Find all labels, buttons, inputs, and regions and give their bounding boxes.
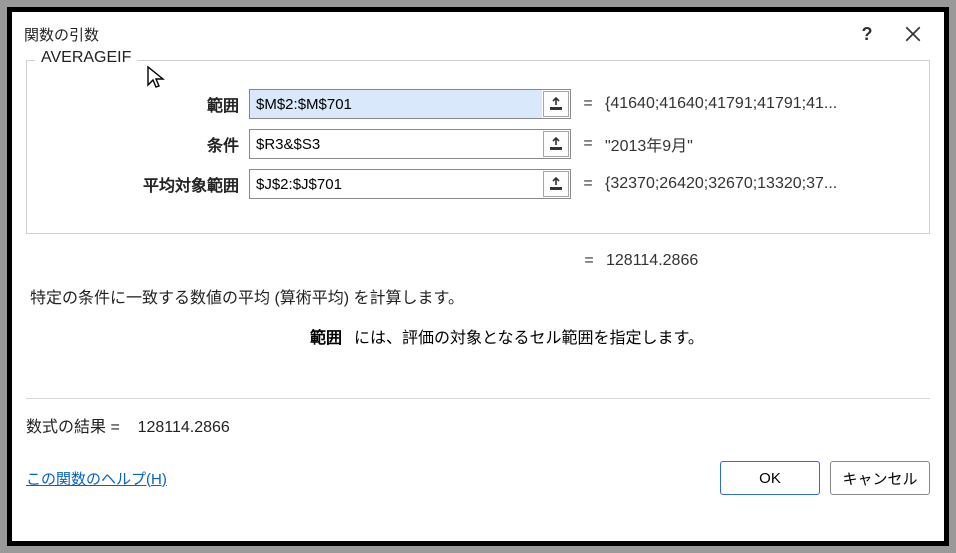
help-button[interactable]: ? <box>844 18 890 50</box>
function-description: 特定の条件に一致する数値の平均 (算術平均) を計算します。 <box>30 284 926 308</box>
formula-result-value: 128114.2866 <box>138 419 230 436</box>
overall-result: 128114.2866 <box>606 252 926 270</box>
divider <box>26 398 930 399</box>
argument-input-wrap <box>249 129 571 159</box>
argument-label: 条件 <box>41 132 249 156</box>
average-range-input[interactable] <box>250 170 542 198</box>
function-name: AVERAGEIF <box>35 49 137 67</box>
overall-result-row: = 128114.2866 <box>30 252 926 270</box>
dialog-title: 関数の引数 <box>24 24 844 45</box>
equals-sign: = <box>571 135 605 153</box>
range-input[interactable] <box>250 90 542 118</box>
formula-result-label: 数式の結果 = <box>26 419 120 436</box>
arguments-group: AVERAGEIF 範囲 = {41640;41640;41791;417 <box>26 60 930 234</box>
collapse-dialog-button[interactable] <box>543 131 569 157</box>
equals-sign: = <box>572 252 606 270</box>
dialog-body: AVERAGEIF 範囲 = {41640;41640;41791;417 <box>12 56 944 541</box>
collapse-icon <box>549 177 563 191</box>
collapse-icon <box>549 97 563 111</box>
collapse-dialog-button[interactable] <box>543 171 569 197</box>
hint-text: には、評価の対象となるセル範囲を指定します。 <box>354 324 926 348</box>
ok-button[interactable]: OK <box>720 461 820 495</box>
argument-label: 平均対象範囲 <box>41 172 249 196</box>
equals-sign: = <box>571 95 605 113</box>
help-link[interactable]: この関数のヘルプ(H) <box>26 468 167 489</box>
close-icon <box>904 25 922 43</box>
argument-result: {41640;41640;41791;41791;41... <box>605 95 915 113</box>
function-arguments-dialog: 関数の引数 ? AVERAGEIF 範囲 <box>8 8 948 545</box>
argument-result: {32370;26420;32670;13320;37... <box>605 175 915 193</box>
argument-row-range: 範囲 = {41640;41640;41791;41791;41... <box>41 89 915 119</box>
argument-label: 範囲 <box>41 92 249 116</box>
cancel-button[interactable]: キャンセル <box>830 461 930 495</box>
formula-result: 数式の結果 = 128114.2866 <box>26 413 930 437</box>
argument-row-average-range: 平均対象範囲 = {32370;26420;32670;13320;37... <box>41 169 915 199</box>
argument-result: "2013年9月" <box>605 132 915 156</box>
argument-hint: 範囲 には、評価の対象となるセル範囲を指定します。 <box>30 324 926 348</box>
equals-sign: = <box>571 175 605 193</box>
close-button[interactable] <box>890 18 936 50</box>
argument-input-wrap <box>249 169 571 199</box>
argument-input-wrap <box>249 89 571 119</box>
criteria-input[interactable] <box>250 130 542 158</box>
hint-label: 範囲 <box>30 324 354 348</box>
bottom-bar: この関数のヘルプ(H) OK キャンセル <box>26 461 930 501</box>
argument-row-criteria: 条件 = "2013年9月" <box>41 129 915 159</box>
collapse-icon <box>549 137 563 151</box>
mouse-cursor-icon <box>145 65 169 91</box>
title-bar: 関数の引数 ? <box>12 12 944 56</box>
collapse-dialog-button[interactable] <box>543 91 569 117</box>
middle-section: = 128114.2866 特定の条件に一致する数値の平均 (算術平均) を計算… <box>26 234 930 392</box>
